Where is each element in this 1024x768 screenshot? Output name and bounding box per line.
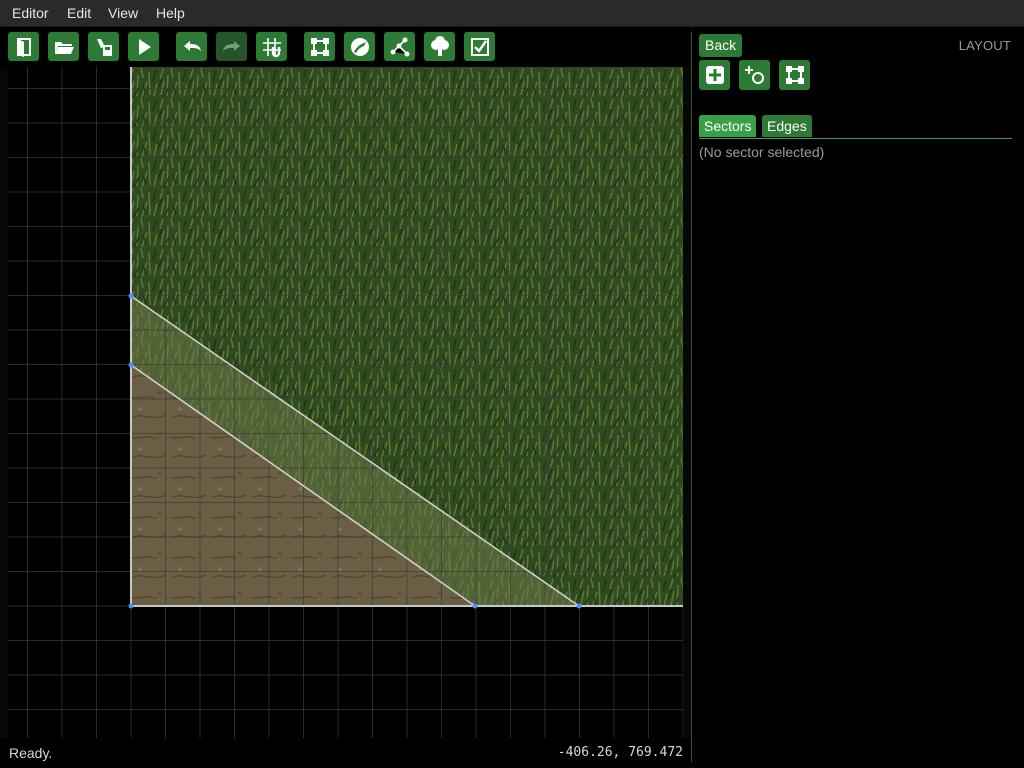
vertex[interactable] [128,362,134,368]
panel-tabs: Sectors Edges [699,115,1012,139]
canvas-viewport[interactable] [8,67,683,738]
add-circle-sector-button[interactable] [739,60,770,90]
redo-button[interactable] [216,32,247,61]
status-message: Ready. [9,745,53,761]
texture-mode-icon [350,37,369,56]
checkmark-icon [470,37,489,56]
vertex[interactable] [576,603,582,609]
grid-snap-button[interactable] [256,32,287,61]
layout-mode-button[interactable] [304,32,335,61]
vertex[interactable] [128,293,134,299]
menu-help[interactable]: Help [156,5,185,21]
play-icon [138,38,151,55]
path-mode-button[interactable] [384,32,415,61]
tab-sectors[interactable]: Sectors [699,115,757,137]
main-toolbar [0,27,690,67]
menu-edit[interactable]: Edit [67,5,91,21]
cursor-coordinates: -406.26, 769.472 [557,745,683,760]
review-button[interactable] [464,32,495,61]
undo-button[interactable] [176,32,207,61]
no-selection-message: (No sector selected) [699,144,825,160]
status-bar: Ready. -406.26, 769.472 [0,738,691,768]
add-sector-icon [705,66,724,84]
side-panel: Back LAYOUT Sectors Edges (No sector sel… [692,27,1024,768]
save-icon [96,38,112,56]
map-canvas [8,67,683,738]
mode-label: LAYOUT [958,38,1011,53]
undo-icon [183,40,201,51]
sector-shape-button[interactable] [779,60,810,90]
vertex[interactable] [128,603,134,609]
redo-icon [222,40,240,51]
texture-mode-button[interactable] [344,32,375,61]
save-button[interactable] [88,32,119,61]
menu-view[interactable]: View [108,5,138,21]
exit-door-icon [16,37,31,57]
grid-snap-icon [262,37,281,57]
vertex[interactable] [472,603,478,609]
path-mode-icon [390,37,409,56]
menu-bar: Editor Edit View Help [0,0,1024,27]
add-circle-sector-icon [744,66,764,84]
tree-icon [430,35,449,56]
sector-mode-icon [310,37,329,56]
menu-editor[interactable]: Editor [12,5,49,21]
play-button[interactable] [128,32,159,61]
quit-button[interactable] [8,32,39,61]
sector-shape-icon [785,66,804,84]
add-sector-button[interactable] [699,60,730,90]
objects-mode-button[interactable] [424,32,455,61]
tab-edges[interactable]: Edges [762,115,812,137]
back-button[interactable]: Back [699,34,743,57]
open-folder-icon [54,41,74,54]
open-button[interactable] [48,32,79,61]
